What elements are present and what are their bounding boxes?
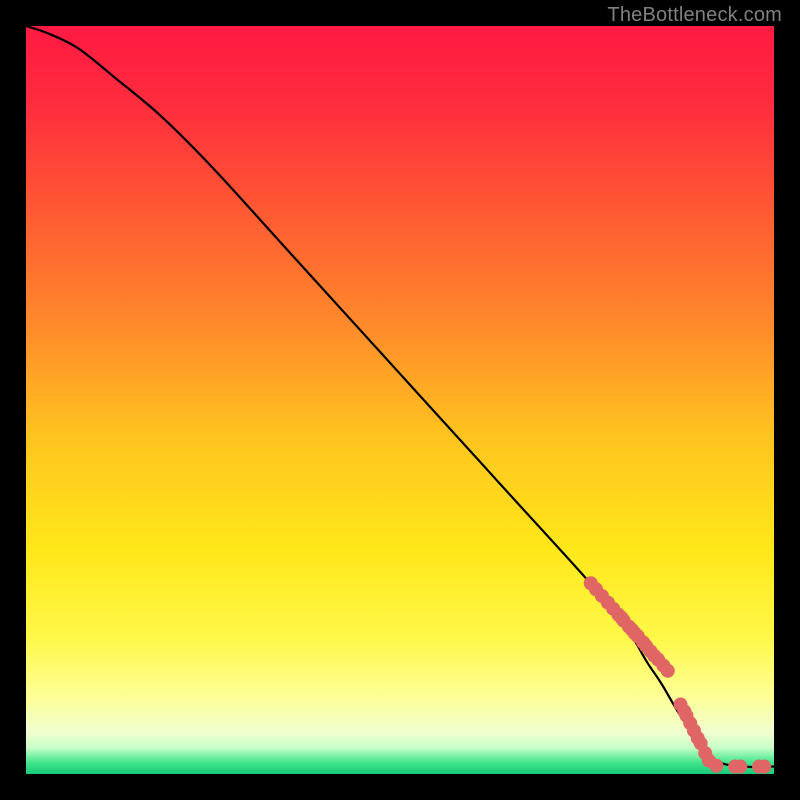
data-marker [709, 759, 723, 773]
data-marker [757, 760, 771, 774]
chart-plot-area [26, 26, 774, 774]
data-marker [661, 664, 675, 678]
chart-svg [26, 26, 774, 774]
attribution-text: TheBottleneck.com [607, 4, 782, 27]
data-marker [733, 760, 747, 774]
